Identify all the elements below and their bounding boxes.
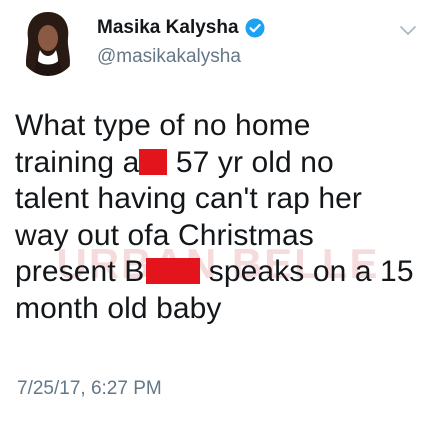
censor-block bbox=[139, 148, 168, 175]
avatar[interactable] bbox=[17, 8, 79, 76]
verified-badge-icon bbox=[245, 18, 265, 38]
name-row: Masika Kalysha bbox=[97, 14, 265, 42]
tweet-card: Masika Kalysha @masikakalysha URBAN BELL… bbox=[0, 0, 436, 427]
tweet-line: talent having can't rap her bbox=[15, 182, 362, 215]
tweet-text-fragment: speaks on a 15 bbox=[200, 255, 414, 288]
tweet-timestamp[interactable]: 7/25/17, 6:27 PM bbox=[17, 378, 162, 400]
display-name[interactable]: Masika Kalysha bbox=[97, 17, 239, 39]
tweet-line: month old baby bbox=[15, 291, 222, 325]
tweet-line: present B speaks on a 15 bbox=[15, 254, 425, 291]
tweet-text: What type of no home training a 57 yr ol… bbox=[15, 108, 425, 327]
tweet-text-fragment: training a bbox=[15, 145, 140, 179]
censor-block bbox=[146, 258, 201, 284]
chevron-down-icon[interactable] bbox=[398, 24, 418, 38]
tweet-line: training a 57 yr old no bbox=[15, 145, 425, 182]
tweet-text-fragment: present B bbox=[15, 255, 145, 288]
tweet-line: way out ofa Christmas bbox=[15, 218, 314, 252]
tweet-text-fragment: 57 yr old no bbox=[167, 145, 334, 179]
tweet-line: What type of no home bbox=[15, 109, 311, 142]
user-handle[interactable]: @masikakalysha bbox=[97, 46, 265, 68]
user-info: Masika Kalysha @masikakalysha bbox=[97, 14, 265, 68]
